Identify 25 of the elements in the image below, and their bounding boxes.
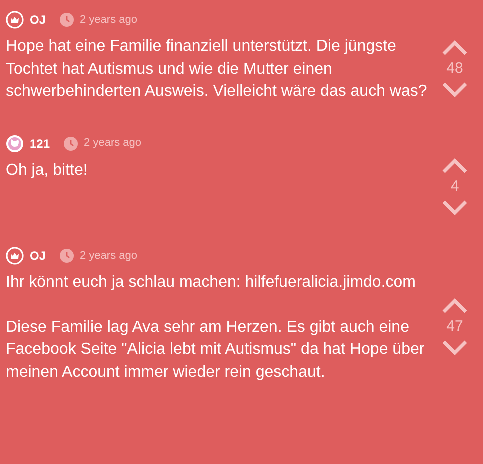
timestamp: 2 years ago — [84, 136, 142, 152]
upvote-button[interactable] — [442, 158, 468, 174]
author-name[interactable]: 121 — [30, 134, 50, 152]
vote-count: 48 — [446, 58, 464, 78]
clock-icon — [64, 136, 78, 150]
downvote-button[interactable] — [442, 340, 468, 356]
clock-icon — [60, 249, 74, 263]
upvote-button[interactable] — [442, 40, 468, 56]
vote-count: 47 — [446, 316, 464, 337]
comment-text: Hope hat eine Familie finanziell unterstützt. Die jüngste Tochtet hat Autismus und wie die Mutter einen schwerbehinderten Ausweis. Vielleicht wäre das auch was? — [6, 37, 428, 102]
timestamp: 2 years ago — [80, 12, 138, 28]
clock-icon — [60, 13, 74, 27]
author-name[interactable]: OJ — [30, 11, 46, 29]
crown-avatar-icon — [6, 247, 24, 265]
author-name[interactable]: OJ — [30, 247, 46, 265]
vote-count: 4 — [450, 176, 460, 196]
cat-avatar-icon — [6, 134, 24, 152]
comment-text: Diese Familie lag Ava sehr am Herzen. Es gibt auch eine Facebook Seite "Alicia lebt mit Autismus" da hat Hope über meinen Account immer wieder rein geschaut. — [6, 318, 426, 382]
timestamp: 2 years ago — [80, 248, 138, 264]
crown-avatar-icon — [6, 11, 24, 29]
downvote-button[interactable] — [442, 82, 468, 98]
comment-text: Ihr könnt euch ja schlau machen: hilfefueralicia.jimdo.com — [6, 273, 417, 293]
comment-text: Oh ja, bitte! — [6, 160, 89, 180]
upvote-button[interactable] — [442, 298, 468, 314]
downvote-button[interactable] — [442, 200, 468, 216]
